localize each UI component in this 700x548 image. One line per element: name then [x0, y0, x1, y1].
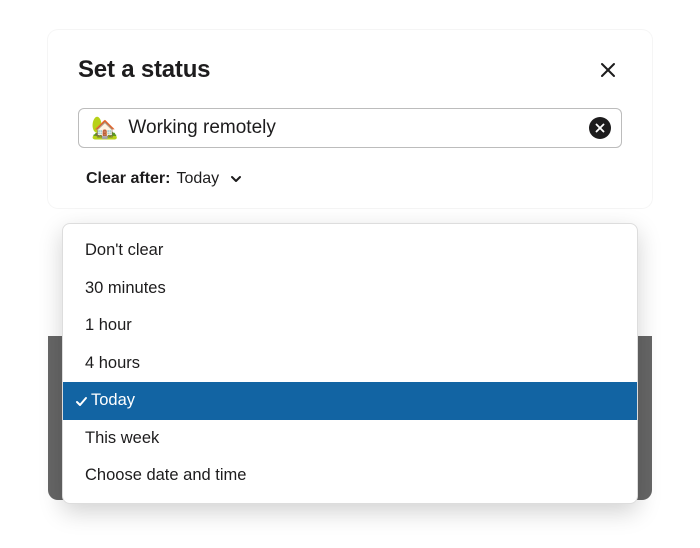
status-text-input[interactable]	[128, 117, 579, 139]
clear-after-value: Today	[176, 170, 219, 188]
modal-header: Set a status	[78, 56, 622, 84]
dropdown-option-label: Don't clear	[85, 238, 163, 264]
clear-after-label: Clear after:	[86, 170, 170, 188]
dropdown-option-label: Today	[91, 388, 135, 414]
status-emoji-picker[interactable]: 🏡	[91, 117, 118, 139]
dropdown-option[interactable]: Don't clear	[63, 232, 637, 270]
chevron-down-icon	[229, 172, 243, 186]
dropdown-option-label: 1 hour	[85, 313, 132, 339]
close-button[interactable]	[594, 56, 622, 84]
set-status-modal: Set a status 🏡 Clear after: Today	[48, 30, 652, 208]
dropdown-option-label: Choose date and time	[85, 463, 246, 489]
close-icon	[600, 62, 616, 78]
clear-status-button[interactable]	[589, 117, 611, 139]
dropdown-option[interactable]: 1 hour	[63, 307, 637, 345]
dropdown-option[interactable]: 4 hours	[63, 345, 637, 383]
dropdown-option[interactable]: This week	[63, 420, 637, 458]
dropdown-option-label: This week	[85, 426, 159, 452]
clear-after-selector[interactable]: Clear after: Today	[78, 170, 243, 188]
status-input-row: 🏡	[78, 108, 622, 148]
dropdown-option-label: 30 minutes	[85, 276, 166, 302]
dropdown-option[interactable]: Choose date and time	[63, 457, 637, 495]
check-icon	[73, 395, 89, 408]
dropdown-option[interactable]: Today	[63, 382, 637, 420]
clear-after-dropdown: Don't clear 30 minutes 1 hour 4 hours Today T…	[62, 223, 638, 504]
dropdown-option[interactable]: 30 minutes	[63, 270, 637, 308]
modal-title: Set a status	[78, 56, 210, 84]
dropdown-option-label: 4 hours	[85, 351, 140, 377]
clear-icon	[595, 123, 605, 133]
